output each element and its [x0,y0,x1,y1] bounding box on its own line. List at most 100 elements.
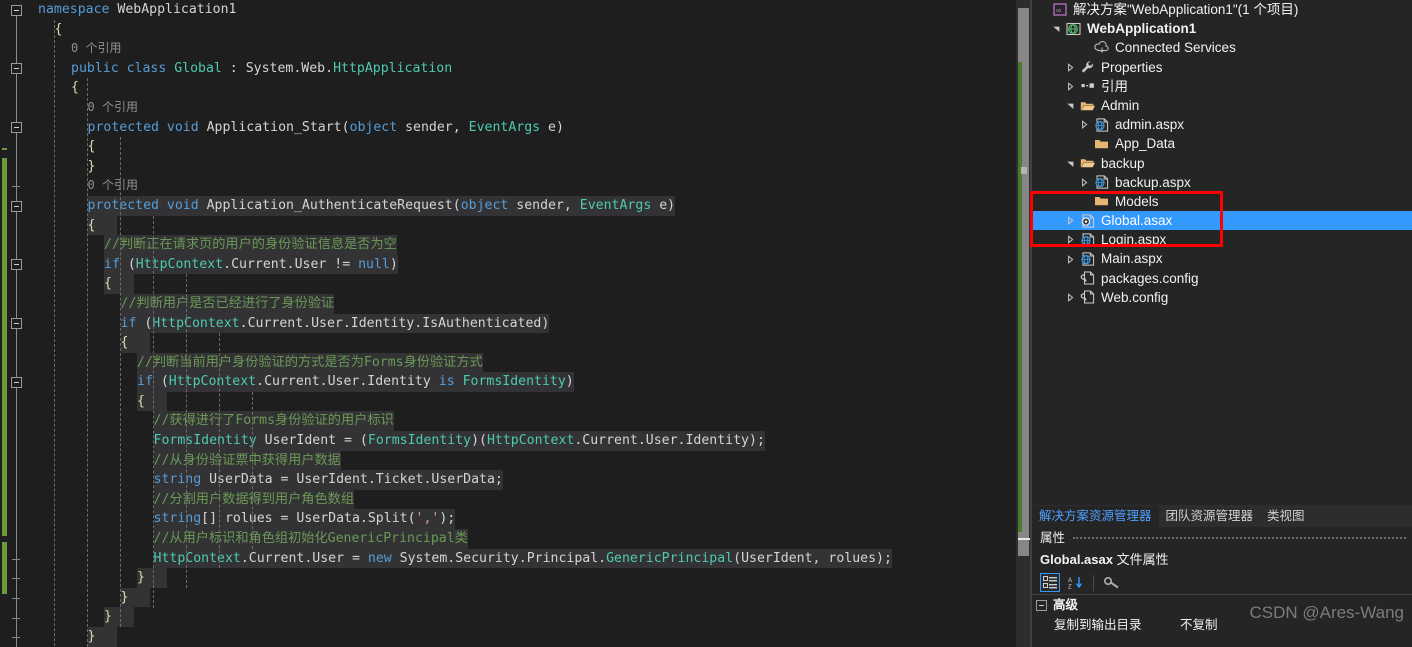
code-line[interactable]: public class Global : System.Web.HttpApp… [0,59,1016,79]
chevron-right-icon[interactable] [1066,216,1079,226]
code-text[interactable]: if (HttpContext.Current.User.Identity is… [137,372,574,392]
property-row[interactable]: 复制到输出目录 不复制 [1032,615,1412,635]
editor-vertical-scrollbar[interactable] [1016,0,1048,647]
tree-item[interactable]: Connected Services [1032,38,1412,57]
solution-explorer-tree[interactable]: ∞ 解决方案"WebApplication1"(1 个项目) WebApplicat… [1032,0,1412,505]
fold-toggle-icon[interactable] [11,122,22,134]
fold-toggle-icon[interactable] [11,200,22,212]
properties-rows[interactable]: 复制到输出目录 不复制 [1032,615,1412,635]
code-line[interactable]: } [0,607,1016,627]
fold-toggle-icon[interactable] [11,318,22,330]
properties-toolbar[interactable]: A Z [1032,571,1412,595]
chevron-down-icon[interactable] [1052,24,1065,33]
code-text[interactable]: //从身份验证票中获得用户数据 [153,450,341,471]
panel-tab[interactable]: 解决方案资源管理器 [1032,506,1159,527]
alphabetical-sort-icon[interactable]: A Z [1065,573,1085,592]
code-text[interactable]: } [104,607,134,627]
tree-item-selected[interactable]: Global.asax [1032,211,1412,231]
code-text[interactable]: //从用户标识和角色组初始化GenericPrincipal类 [153,529,468,549]
code-text[interactable]: { [88,137,96,157]
tree-item[interactable]: backup [1032,154,1412,173]
code-text[interactable]: { [55,20,63,40]
code-text[interactable]: } [137,568,167,588]
tree-item[interactable]: Admin [1032,96,1412,115]
tree-item[interactable]: Web.config [1032,288,1412,307]
code-text[interactable]: protected void Application_AuthenticateR… [87,195,676,216]
code-token: FormsIdentity [462,374,566,390]
chevron-right-icon[interactable] [1066,62,1079,72]
code-text[interactable]: } [120,587,151,608]
fold-toggle-icon[interactable] [11,4,22,16]
code-text[interactable]: namespace WebApplication1 [38,0,237,20]
code-text[interactable]: string[] rolues = UserData.Split(','); [153,509,456,530]
code-text[interactable]: //分割用户数据得到用户角色数组 [153,489,355,510]
property-pages-icon[interactable] [1102,573,1122,592]
code-token: object [349,119,398,135]
code-text[interactable]: //判断当前用户身份验证的方式是否为Forms身份验证方式 [137,352,483,373]
tree-item[interactable]: admin.aspx [1032,115,1412,134]
code-text[interactable]: { [104,274,134,294]
fold-toggle-icon[interactable] [11,376,22,388]
code-line[interactable]: { [0,137,1016,157]
code-text[interactable]: { [71,78,79,98]
tree-item[interactable]: 引用 [1032,77,1412,96]
chevron-right-icon[interactable] [1080,120,1093,130]
code-text[interactable]: //判断正在请求页的用户的身份验证信息是否为空 [104,235,397,255]
fold-toggle-icon[interactable] [11,63,22,75]
property-value[interactable]: 不复制 [1180,615,1412,635]
tree-item[interactable]: Main.aspx [1032,249,1412,268]
collapse-icon[interactable] [1036,599,1047,611]
code-line[interactable]: } [0,627,1016,647]
code-text[interactable]: FormsIdentity UserIdent = (FormsIdentity… [153,431,765,451]
properties-group-row[interactable]: 高级 [1032,595,1412,615]
chevron-down-icon[interactable] [1066,101,1079,110]
code-text[interactable]: protected void Application_Start(object … [88,118,564,138]
code-text[interactable]: public class Global : System.Web.HttpApp… [71,59,452,79]
code-text[interactable]: HttpContext.Current.User = new System.Se… [153,548,892,569]
code-text[interactable]: } [88,157,96,177]
code-line[interactable]: 0 个引用 [0,98,1016,118]
code-line[interactable]: 0 个引用 [0,39,1016,59]
tree-item[interactable]: packages.config [1032,269,1412,288]
code-text[interactable]: 0 个引用 [88,98,138,118]
code-text[interactable]: string UserData = UserIdent.Ticket.UserD… [153,470,503,490]
chevron-right-icon[interactable] [1080,177,1093,187]
tree-item[interactable]: WebApplication1 [1032,19,1412,38]
tree-item[interactable]: App_Data [1032,134,1412,153]
chevron-right-icon[interactable] [1066,254,1079,264]
categorized-view-icon[interactable] [1040,573,1060,592]
code-text[interactable]: 0 个引用 [88,176,138,196]
code-line[interactable]: 0 个引用 [0,176,1016,196]
tree-item[interactable]: Login.aspx [1032,230,1412,249]
code-line[interactable]: } [0,157,1016,177]
tree-item[interactable]: Properties [1032,58,1412,77]
code-line[interactable]: { [0,78,1016,98]
tree-item[interactable]: backup.aspx [1032,173,1412,192]
code-text[interactable]: if (HttpContext.Current.User != null) [104,254,398,275]
code-text[interactable]: if (HttpContext.Current.User.Identity.Is… [120,313,550,334]
code-token: 0 个引用 [87,99,138,114]
tree-item[interactable]: Models [1032,192,1412,211]
code-line[interactable]: protected void Application_Start(object … [0,118,1016,138]
chevron-right-icon[interactable] [1066,81,1079,91]
chevron-down-icon[interactable] [1066,159,1079,168]
code-text[interactable]: 0 个引用 [71,39,121,59]
panel-tab[interactable]: 团队资源管理器 [1159,506,1261,527]
code-line[interactable]: protected void Application_AuthenticateR… [0,195,1016,216]
code-editor[interactable]: namespace WebApplication1{0 个引用 public cl… [0,0,1016,647]
code-text[interactable]: { [87,215,118,236]
tree-item[interactable]: ∞ 解决方案"WebApplication1"(1 个项目) [1032,0,1412,19]
chevron-right-icon[interactable] [1066,293,1079,302]
code-text[interactable]: } [87,627,118,647]
chevron-right-icon[interactable] [1066,235,1079,245]
code-text[interactable]: { [137,391,167,412]
properties-panel[interactable]: 属性 Global.asax 文件属性 A Z 高级 复制到输出目录 不复制 [1032,527,1412,647]
code-line[interactable]: namespace WebApplication1 [0,0,1016,20]
fold-toggle-icon[interactable] [11,259,22,271]
code-line[interactable]: { [0,20,1016,40]
panel-tab[interactable]: 类视图 [1260,506,1312,527]
code-text[interactable]: { [120,333,151,353]
code-text[interactable]: //获得进行了Forms身份验证的用户标识 [153,411,394,432]
web-project-icon [1065,22,1083,36]
panel-tab-strip[interactable]: 解决方案资源管理器 团队资源管理器 类视图 [1032,505,1412,527]
